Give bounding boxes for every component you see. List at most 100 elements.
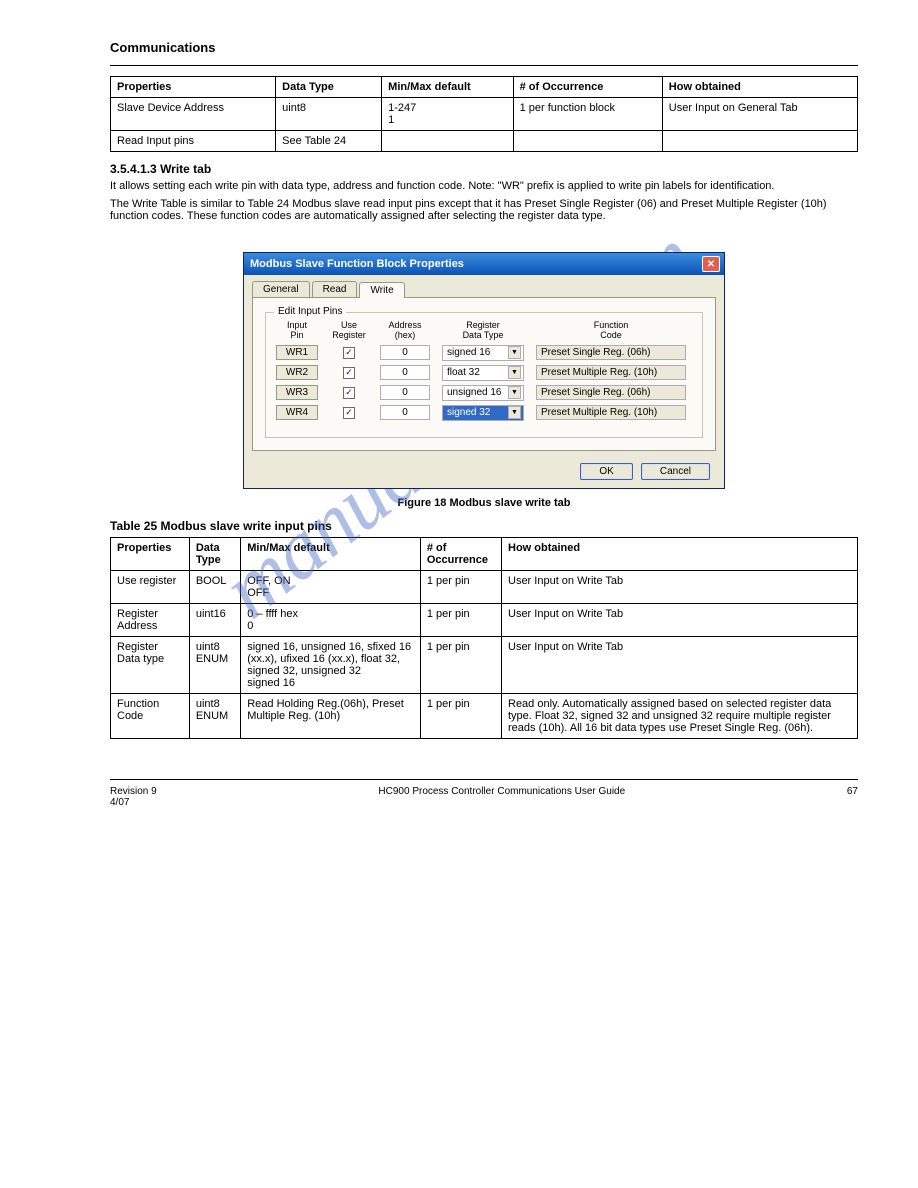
address-input[interactable]: 0 [380,385,430,400]
pin-wr1[interactable]: WR1 [276,345,318,360]
group-legend: Edit Input Pins [274,306,346,317]
table-title: Table 25 Modbus slave write input pins [110,519,858,533]
col-how: How obtained [502,537,858,570]
chevron-down-icon: ▼ [508,386,521,399]
address-input[interactable]: 0 [380,365,430,380]
properties-table-2: Properties Data Type Min/Max default # o… [110,537,858,739]
cell: Read Holding Reg.(06h), Preset Multiple … [241,693,421,738]
table-row: Register Address uint16 0 – ffff hex0 1 … [111,603,858,636]
chevron-down-icon: ▼ [508,406,521,419]
sec-title: Write tab [160,162,211,176]
cell [382,131,513,152]
col-occurrence: # of Occurrence [420,537,501,570]
table-row: Function Code uint8ENUM Read Holding Reg… [111,693,858,738]
close-icon[interactable]: ✕ [702,256,720,272]
cancel-button[interactable]: Cancel [641,463,710,480]
cell: uint8 [276,98,382,131]
col-datatype: Data Type [276,77,382,98]
footer-rule [110,779,858,780]
cell: 0 – ffff hex0 [241,603,421,636]
footer-page: 67 [847,786,858,797]
col-how: How obtained [662,77,857,98]
function-code-display: Preset Single Reg. (06h) [536,385,686,400]
dialog-title: Modbus Slave Function Block Properties [250,258,464,270]
data-type-select[interactable]: float 32▼ [442,365,524,381]
header-section-title: Communications [110,40,858,55]
hdr-use-register: UseRegister [330,321,368,341]
cell: 1 per pin [420,603,501,636]
table-row: Read Input pins See Table 24 [111,131,858,152]
cell: BOOL [189,570,240,603]
page-header: Communications [110,40,858,55]
cell: 1 per function block [513,98,662,131]
cell: Function Code [111,693,190,738]
chevron-down-icon: ▼ [508,346,521,359]
col-minmax: Min/Max default [382,77,513,98]
use-register-checkbox[interactable] [343,367,355,379]
section-text: The Write Table is similar to Table 24 M… [110,198,858,222]
chevron-down-icon: ▼ [508,366,521,379]
cell: OFF, ONOFF [241,570,421,603]
col-minmax: Min/Max default [241,537,421,570]
cell: uint16 [189,603,240,636]
cell: See Table 24 [276,131,382,152]
cell: Slave Device Address [111,98,276,131]
function-code-display: Preset Multiple Reg. (10h) [536,365,686,380]
table-row: Register Data type uint8ENUM signed 16, … [111,636,858,693]
figure-caption: Figure 18 Modbus slave write tab [110,497,858,509]
pin-wr2[interactable]: WR2 [276,365,318,380]
use-register-checkbox[interactable] [343,347,355,359]
pin-row: WR4 0 signed 32▼ Preset Multiple Reg. (1… [276,405,692,421]
cell: Register Address [111,603,190,636]
cell: 1-2471 [382,98,513,131]
address-input[interactable]: 0 [380,405,430,420]
cell: User Input on Write Tab [502,603,858,636]
pin-wr4[interactable]: WR4 [276,405,318,420]
use-register-checkbox[interactable] [343,407,355,419]
col-occurrence: # of Occurrence [513,77,662,98]
pins-header: InputPin UseRegister Address(hex) Regist… [276,321,692,341]
dialog-titlebar: Modbus Slave Function Block Properties ✕ [244,253,724,275]
function-code-display: Preset Multiple Reg. (10h) [536,405,686,420]
cell [513,131,662,152]
cell: Use register [111,570,190,603]
function-code-display: Preset Single Reg. (06h) [536,345,686,360]
page-footer-2: 4/07 [110,797,858,808]
sec-num: 3.5.4.1.3 [110,162,157,176]
address-input[interactable]: 0 [380,345,430,360]
data-type-select[interactable]: signed 32▼ [442,405,524,421]
pin-row: WR2 0 float 32▼ Preset Multiple Reg. (10… [276,365,692,381]
footer-date: 4/07 [110,797,129,808]
ok-button[interactable]: OK [580,463,632,480]
tab-general[interactable]: General [252,281,310,297]
tab-read[interactable]: Read [312,281,358,297]
dialog-screenshot: Modbus Slave Function Block Properties ✕… [243,252,725,489]
cell: Read Input pins [111,131,276,152]
hdr-data-type: RegisterData Type [442,321,524,341]
pin-row: WR3 0 unsigned 16▼ Preset Single Reg. (0… [276,385,692,401]
pin-wr3[interactable]: WR3 [276,385,318,400]
tab-write[interactable]: Write [359,282,404,298]
edit-input-pins-group: Edit Input Pins InputPin UseRegister Add… [265,312,703,438]
cell: User Input on Write Tab [502,570,858,603]
section-heading: 3.5.4.1.3 Write tab [110,162,858,176]
tab-panel-write: Edit Input Pins InputPin UseRegister Add… [252,298,716,451]
section-text: It allows setting each write pin with da… [110,180,858,192]
data-type-select[interactable]: signed 16▼ [442,345,524,361]
use-register-checkbox[interactable] [343,387,355,399]
header-rule [110,65,858,66]
cell: uint8ENUM [189,636,240,693]
cell: User Input on Write Tab [502,636,858,693]
table-row: Slave Device Address uint8 1-2471 1 per … [111,98,858,131]
table-row: Properties Data Type Min/Max default # o… [111,77,858,98]
cell: 1 per pin [420,570,501,603]
hdr-address: Address(hex) [380,321,430,341]
cell: Register Data type [111,636,190,693]
table-row: Use register BOOL OFF, ONOFF 1 per pin U… [111,570,858,603]
table-row: Properties Data Type Min/Max default # o… [111,537,858,570]
col-properties: Properties [111,537,190,570]
cell: signed 16, unsigned 16, sfixed 16 (xx.x)… [241,636,421,693]
col-datatype: Data Type [189,537,240,570]
col-properties: Properties [111,77,276,98]
data-type-select[interactable]: unsigned 16▼ [442,385,524,401]
